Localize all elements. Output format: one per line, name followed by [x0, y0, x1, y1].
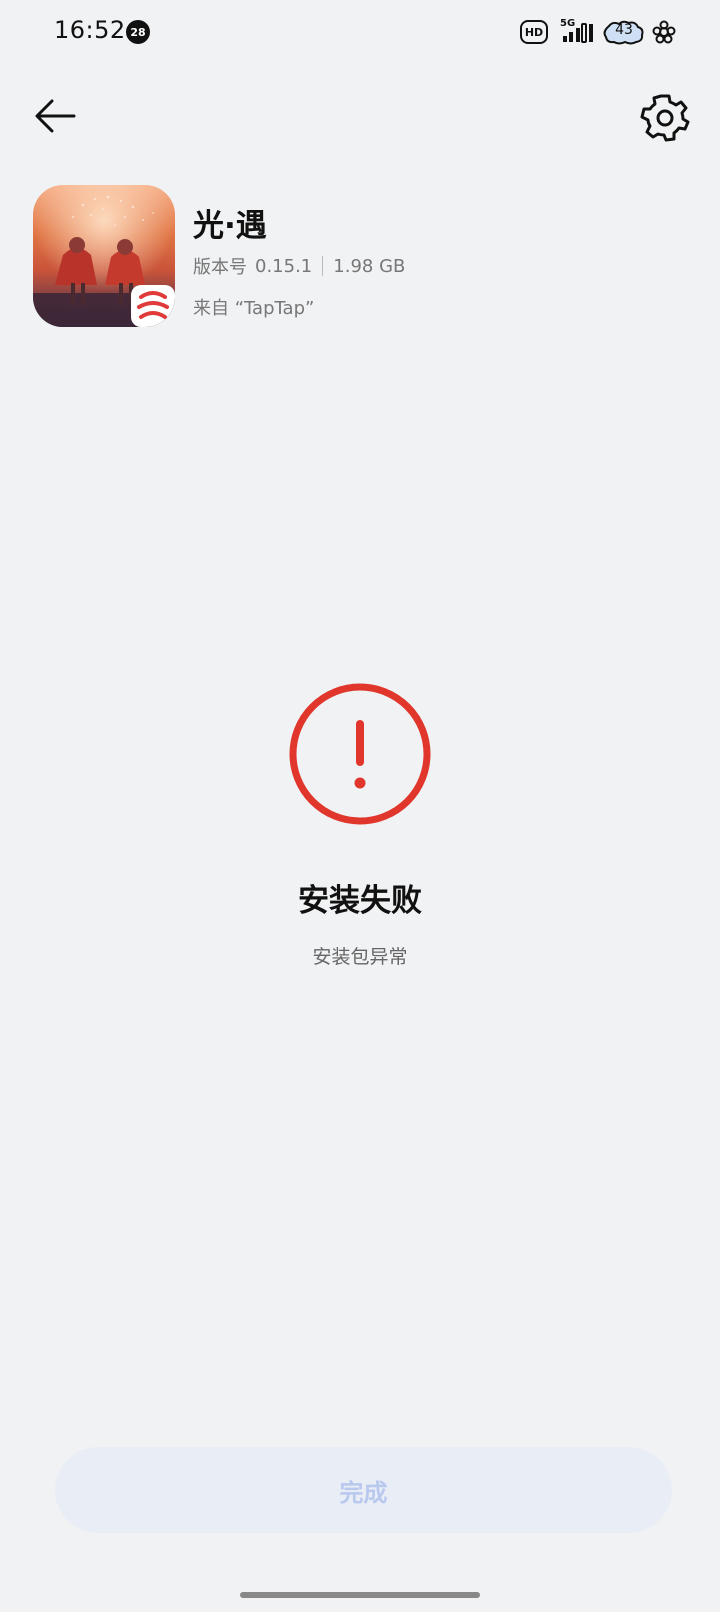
app-icon [33, 185, 175, 327]
warning-circle-icon [289, 683, 431, 825]
gear-icon [640, 94, 690, 142]
notification-badge: 28 [126, 20, 150, 44]
result-subtitle: 安装包异常 [312, 946, 408, 968]
status-time: 16:52 [54, 16, 126, 44]
app-artwork-icon [33, 185, 175, 327]
result-title: 安装失败 [298, 883, 422, 919]
app-meta: 版本号 0.15.1 1.98 GB [193, 253, 405, 279]
done-button[interactable]: 完成 [55, 1447, 672, 1533]
app-name: 光·遇 [193, 208, 267, 244]
flower-status-icon [652, 20, 676, 44]
home-indicator[interactable] [240, 1592, 480, 1598]
meta-divider [322, 256, 324, 276]
app-source: 来自 “TapTap” [193, 298, 315, 319]
battery-level: 43 [615, 22, 633, 38]
arrow-left-icon [35, 99, 76, 133]
settings-button[interactable] [640, 92, 690, 142]
status-bar: 16:52 28 HD 5G 43 [0, 0, 720, 66]
hd-icon: HD [520, 20, 548, 44]
version-value: 0.15.1 [255, 255, 313, 277]
signal-icon [563, 23, 593, 43]
app-size: 1.98 GB [333, 255, 406, 277]
version-label: 版本号 [193, 257, 247, 278]
back-button[interactable] [30, 92, 82, 140]
